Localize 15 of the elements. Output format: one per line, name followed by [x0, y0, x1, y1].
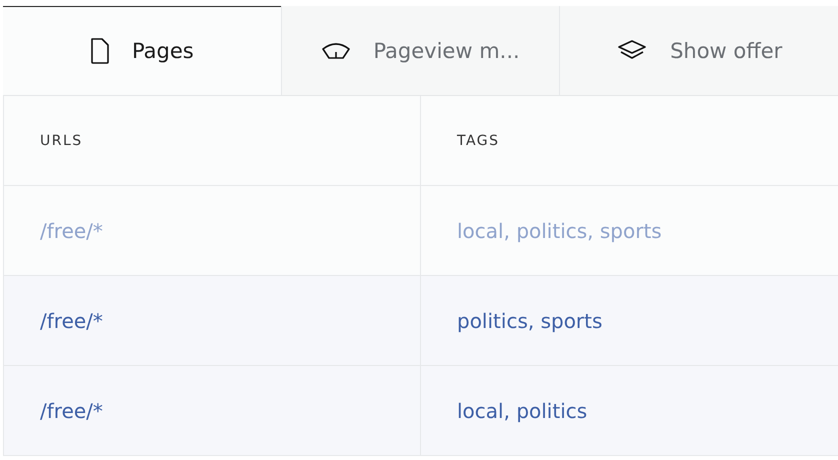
table-cell-text: local, politics, sports — [456, 218, 663, 244]
tab[interactable]: Show offer — [559, 6, 838, 95]
table-row[interactable]: /free/* local, politics — [4, 366, 838, 456]
table-row[interactable]: /free/* politics, sports — [4, 276, 838, 366]
table-cell-text: politics, sports — [456, 308, 604, 334]
column-header: URLS — [4, 96, 421, 185]
column-header: TAGS — [456, 132, 501, 150]
table-cell: /free/* — [4, 186, 421, 275]
gauge-icon — [321, 40, 352, 60]
table-cell-text: local, politics — [456, 398, 588, 424]
tab[interactable]: Pageview m... — [280, 6, 560, 95]
table-cell: /free/* — [4, 276, 421, 365]
table-cell: /free/* — [4, 366, 421, 455]
tab[interactable]: Pages — [3, 6, 281, 95]
page-icon — [90, 38, 110, 64]
